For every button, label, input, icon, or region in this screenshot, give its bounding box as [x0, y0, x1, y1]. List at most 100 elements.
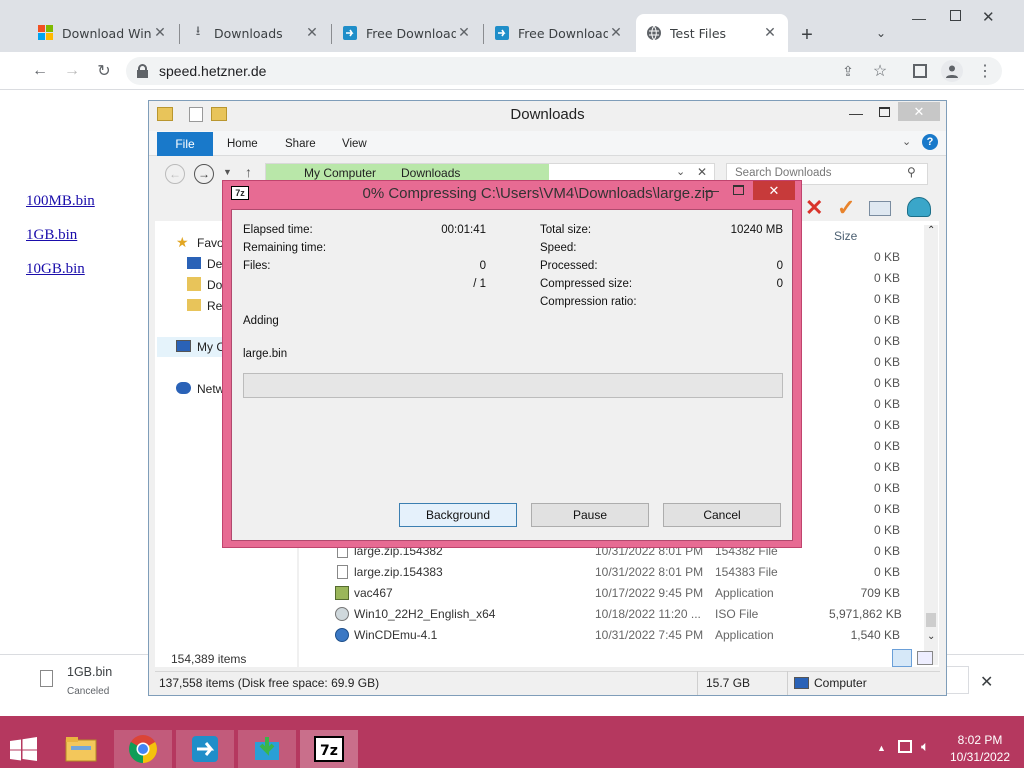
- close-tab-icon[interactable]: ✕: [762, 25, 778, 41]
- file-row[interactable]: vac467 10/17/2022 9:45 PM Application 70…: [149, 583, 900, 604]
- reload-icon[interactable]: ↻: [93, 60, 115, 82]
- dialog-close-button[interactable]: ✕: [753, 181, 795, 200]
- forward-arrow-icon[interactable]: →: [61, 60, 83, 82]
- start-button[interactable]: [10, 737, 38, 764]
- menu-dots-icon[interactable]: ⋮: [974, 60, 996, 82]
- pause-button[interactable]: Pause: [531, 503, 649, 527]
- compressed-size-label: Compressed size:: [540, 278, 633, 290]
- ribbon-tab-home[interactable]: Home: [227, 138, 258, 150]
- link-10gb[interactable]: 10GB.bin: [26, 261, 85, 278]
- speed-label: Speed:: [540, 242, 577, 254]
- tab-downloads[interactable]: ⭳ Downloads ✕: [180, 14, 330, 52]
- tab-test-files[interactable]: Test Files ✕: [636, 14, 788, 52]
- explorer-back-icon[interactable]: ←: [165, 164, 185, 184]
- network-tray-icon[interactable]: [898, 740, 912, 753]
- clock-date[interactable]: 10/31/2022: [940, 750, 1020, 764]
- info-icon[interactable]: [869, 201, 891, 216]
- windows-logo-icon: [38, 25, 54, 41]
- up-arrow-icon[interactable]: ↑: [245, 164, 252, 180]
- cancel-button[interactable]: Cancel: [663, 503, 781, 527]
- tab-download-windows[interactable]: Download Wind ✕: [28, 14, 178, 52]
- back-arrow-icon[interactable]: ←: [29, 60, 51, 82]
- nav-network[interactable]: Netw: [197, 382, 224, 396]
- explorer-minimize-button[interactable]: —: [849, 105, 863, 121]
- file-row[interactable]: large.zip.154383 10/31/2022 8:01 PM 1543…: [149, 562, 900, 583]
- ribbon-expand-chevron-icon[interactable]: ⌄: [902, 135, 911, 148]
- nav-downloads[interactable]: Do: [207, 278, 222, 292]
- new-tab-button[interactable]: +: [798, 24, 816, 46]
- background-button[interactable]: Background: [399, 503, 517, 527]
- dialog-minimize-button[interactable]: —: [705, 182, 719, 198]
- tab-title: Test Files: [670, 25, 727, 41]
- delete-icon[interactable]: ✕: [805, 195, 823, 221]
- taskbar-file-explorer[interactable]: [52, 730, 110, 768]
- ribbon-tab-share[interactable]: Share: [285, 138, 316, 150]
- file-type: ISO File: [715, 607, 759, 621]
- close-tab-icon[interactable]: ✕: [304, 25, 320, 41]
- download-filename[interactable]: 1GB.bin: [67, 665, 112, 679]
- taskbar-softpedia[interactable]: [176, 730, 234, 768]
- details-view-icon[interactable]: [892, 649, 912, 667]
- url-text[interactable]: speed.hetzner.de: [159, 63, 266, 79]
- volume-icon[interactable]: 🔈︎: [921, 738, 929, 755]
- share-icon[interactable]: ⇪: [837, 60, 859, 82]
- explorer-close-button[interactable]: ✕: [898, 102, 940, 121]
- taskbar-installer[interactable]: [238, 730, 296, 768]
- close-download-bar-icon[interactable]: ✕: [980, 672, 993, 692]
- scroll-up-chevron-icon[interactable]: ⌃: [927, 225, 935, 236]
- explorer-maximize-button[interactable]: [879, 107, 890, 117]
- tab-free-download-1[interactable]: Free Download ✕: [332, 14, 482, 52]
- tab-search-chevron-icon[interactable]: ⌄: [876, 26, 886, 40]
- clock-time[interactable]: 8:02 PM: [940, 733, 1020, 747]
- recent-locations-chevron-icon[interactable]: ▼: [223, 167, 232, 177]
- explorer-forward-icon[interactable]: →: [194, 164, 214, 184]
- total-size-value: 10240 MB: [730, 224, 783, 236]
- bookmark-star-icon[interactable]: ☆: [869, 60, 891, 82]
- close-window-button[interactable]: ✕: [982, 8, 995, 26]
- maximize-button[interactable]: [950, 10, 961, 21]
- softpedia-icon: [342, 25, 358, 41]
- download-popup-edge: [947, 666, 969, 694]
- address-dropdown-icon[interactable]: ⌄: [676, 165, 685, 178]
- show-hidden-icons-chevron-icon[interactable]: ▲: [877, 743, 886, 753]
- address-clear-icon[interactable]: ✕: [697, 165, 707, 179]
- minimize-button[interactable]: —: [912, 10, 926, 26]
- vertical-scrollbar[interactable]: [924, 225, 938, 665]
- status-divider: [697, 671, 698, 695]
- tab-free-download-2[interactable]: Free Download ✕: [484, 14, 634, 52]
- taskbar-chrome[interactable]: [114, 730, 172, 768]
- close-tab-icon[interactable]: ✕: [608, 25, 624, 41]
- search-icon[interactable]: ⚲: [907, 165, 916, 179]
- nav-desktop[interactable]: De: [207, 257, 222, 271]
- nav-my-computer[interactable]: My C: [197, 340, 225, 354]
- test-checkmark-icon[interactable]: ✓: [837, 195, 855, 221]
- file-size: 0 KB: [873, 460, 900, 474]
- dialog-maximize-button[interactable]: [733, 185, 744, 195]
- ribbon-tab-label: File: [175, 137, 195, 151]
- help-icon[interactable]: ?: [922, 134, 938, 150]
- side-panel-icon[interactable]: [913, 64, 927, 78]
- breadcrumb-my-computer[interactable]: My Computer: [304, 166, 376, 180]
- close-tab-icon[interactable]: ✕: [456, 25, 472, 41]
- current-file-label: large.bin: [243, 348, 288, 360]
- shell-icon[interactable]: [907, 197, 931, 217]
- ribbon-tab-view[interactable]: View: [342, 138, 367, 150]
- tab-title: Free Download: [366, 25, 456, 41]
- breadcrumb-downloads[interactable]: Downloads: [401, 166, 460, 180]
- link-1gb[interactable]: 1GB.bin: [26, 227, 77, 244]
- profile-avatar-icon[interactable]: [941, 60, 963, 82]
- large-icons-view-icon[interactable]: [917, 651, 933, 665]
- close-tab-icon[interactable]: ✕: [152, 25, 168, 41]
- nav-recent[interactable]: Re: [207, 299, 222, 313]
- nav-favorites[interactable]: Favo: [197, 236, 224, 250]
- size-column-header[interactable]: Size: [834, 229, 857, 243]
- file-date: 10/31/2022 8:01 PM: [595, 565, 704, 579]
- ribbon-tab-file[interactable]: File: [157, 132, 213, 156]
- taskbar-7zip[interactable]: 7z: [300, 730, 358, 768]
- file-row[interactable]: Win10_22H2_English_x64 10/18/2022 11:20 …: [149, 604, 902, 625]
- softpedia-icon: [494, 25, 510, 41]
- file-row[interactable]: WinCDEmu-4.1 10/31/2022 7:45 PM Applicat…: [149, 625, 900, 646]
- scroll-down-chevron-icon[interactable]: ⌄: [927, 631, 935, 642]
- link-100mb[interactable]: 100MB.bin: [26, 193, 95, 210]
- scrollbar-thumb[interactable]: [926, 613, 936, 627]
